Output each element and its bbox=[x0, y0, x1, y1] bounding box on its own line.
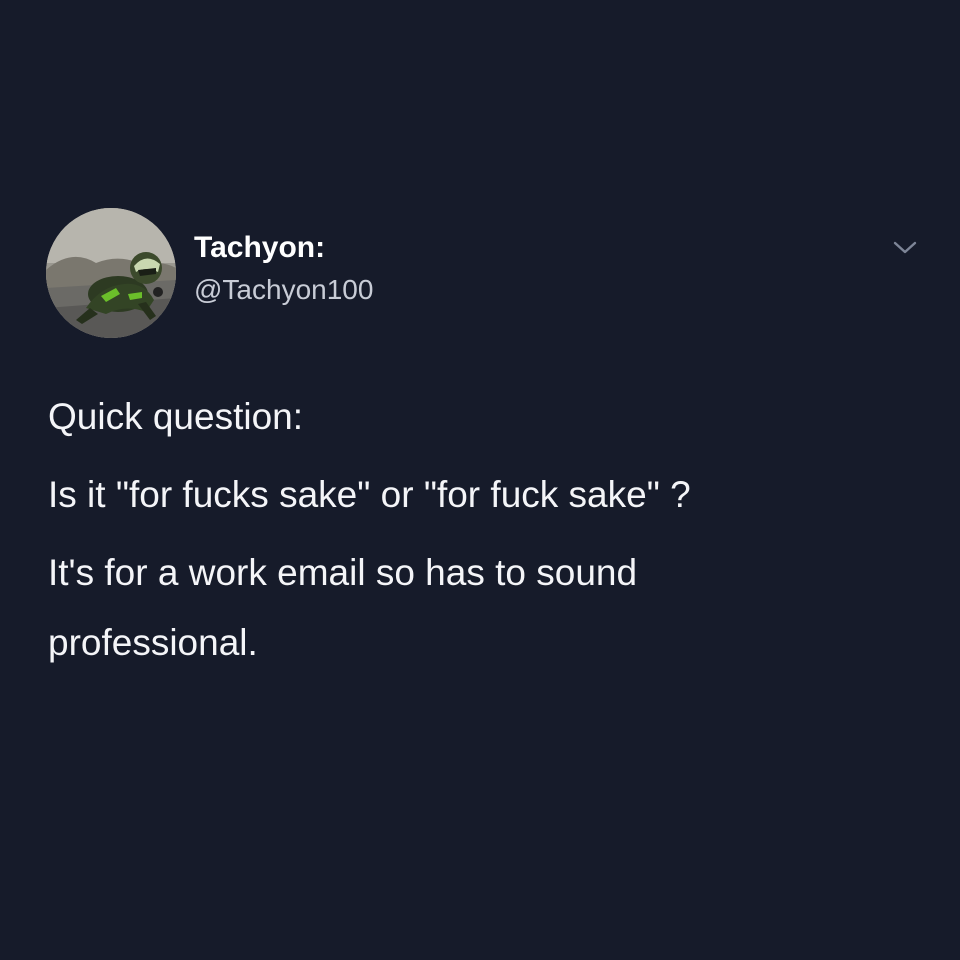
tweet-card: Tachyon: @Tachyon100 Quick question: Is … bbox=[0, 0, 960, 960]
chevron-down-icon[interactable] bbox=[892, 238, 918, 258]
author-names: Tachyon: @Tachyon100 bbox=[194, 230, 373, 308]
user-handle[interactable]: @Tachyon100 bbox=[194, 272, 373, 308]
avatar-photo-icon bbox=[46, 208, 176, 338]
tweet-text-line: Is it "for fucks sake" or "for fuck sake… bbox=[48, 474, 691, 515]
tweet-text-line: professional. bbox=[48, 622, 258, 663]
tweet-text-line: It's for a work email so has to sound bbox=[48, 552, 638, 593]
avatar[interactable] bbox=[46, 208, 176, 338]
tweet-header: Tachyon: @Tachyon100 bbox=[46, 208, 926, 338]
display-name[interactable]: Tachyon: bbox=[194, 230, 373, 266]
tweet-text: Quick question: Is it "for fucks sake" o… bbox=[48, 382, 928, 678]
tweet-text-line: Quick question: bbox=[48, 396, 304, 437]
